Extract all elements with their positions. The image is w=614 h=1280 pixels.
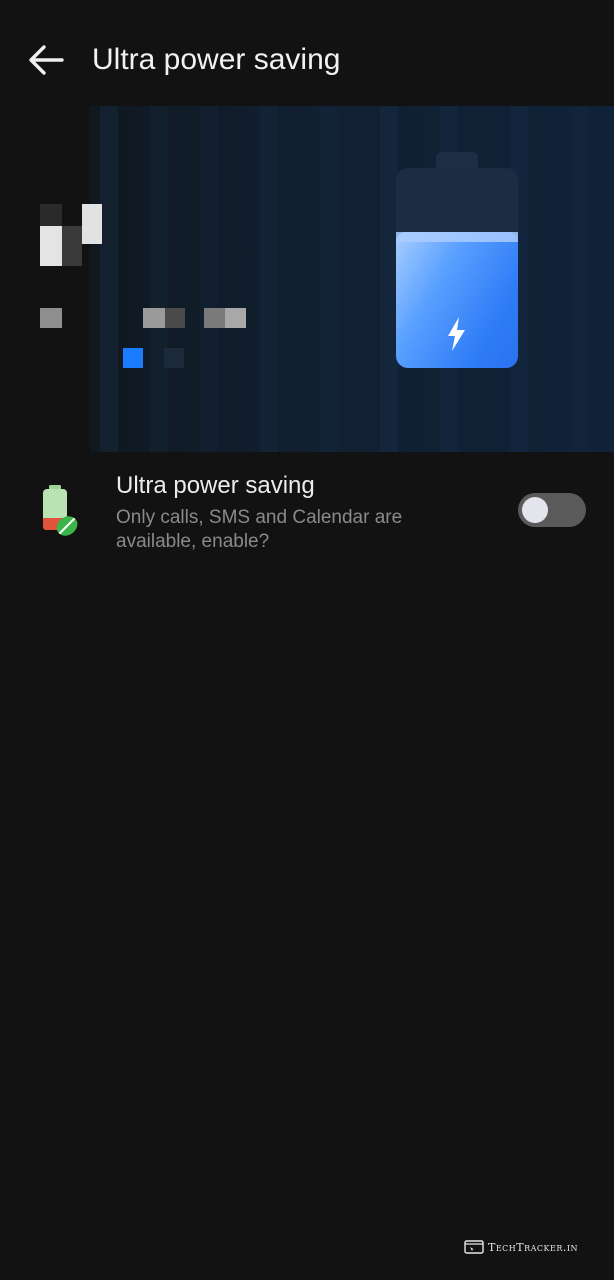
ultra-power-saving-row[interactable]: Ultra power saving Only calls, SMS and C… — [0, 462, 614, 562]
lightning-bolt-icon — [448, 317, 465, 351]
ultra-power-saving-toggle[interactable] — [518, 493, 586, 527]
toggle-knob — [522, 497, 548, 523]
browser-window-icon — [464, 1240, 484, 1254]
setting-title: Ultra power saving — [116, 472, 315, 499]
setting-description: Only calls, SMS and Calendar are availab… — [116, 507, 403, 552]
battery-leaf-icon — [43, 485, 78, 536]
battery-charging-icon — [0, 0, 614, 460]
watermark: TechTracker.in — [464, 1238, 578, 1256]
watermark-text: TechTracker.in — [488, 1240, 579, 1254]
